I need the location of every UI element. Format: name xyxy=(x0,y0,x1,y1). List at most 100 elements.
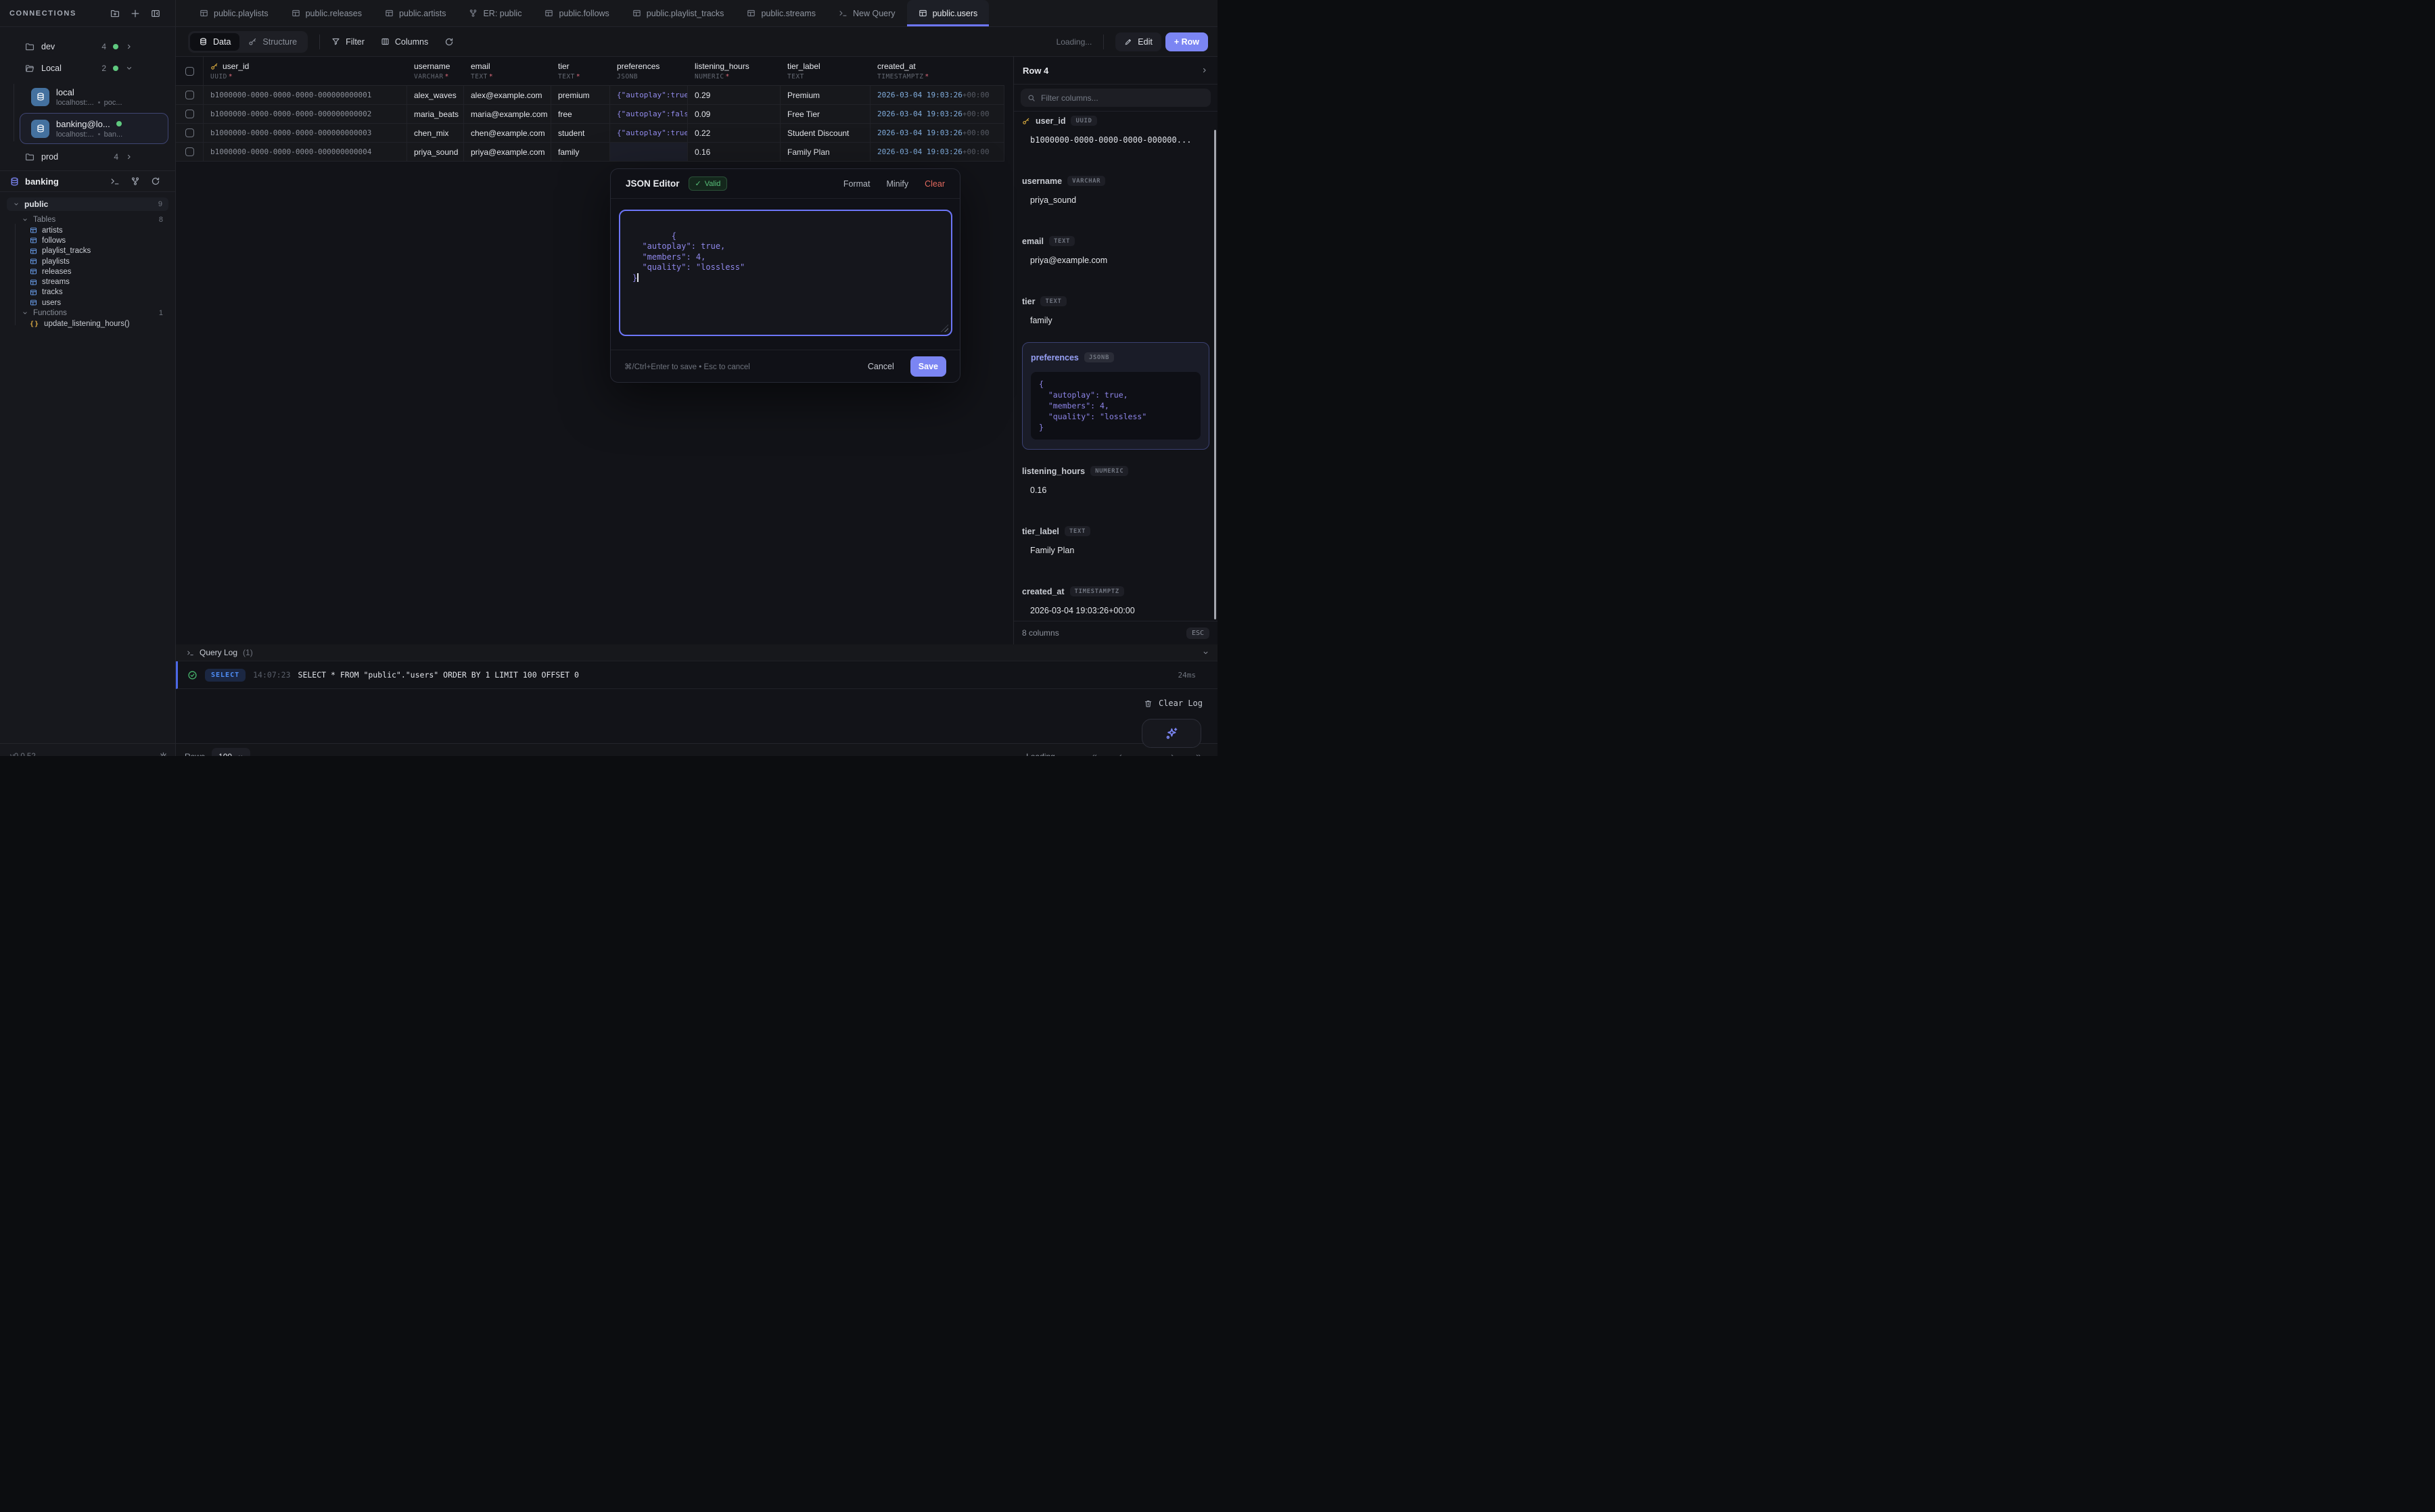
section-tables[interactable]: Tables8 xyxy=(7,214,168,225)
field-email[interactable]: emailTEXTpriya@example.com xyxy=(1022,236,1209,265)
tab-structure-view[interactable]: Structure xyxy=(239,33,306,51)
cell-tier[interactable]: student xyxy=(551,124,610,142)
table-item-releases[interactable]: releases xyxy=(7,266,168,277)
cell-listening-hours[interactable]: 0.09 xyxy=(688,105,781,123)
query-log-header[interactable]: Query Log (1) xyxy=(176,644,1218,661)
cell-listening-hours[interactable]: 0.29 xyxy=(688,86,781,104)
connection-item-local[interactable]: locallocalhost:...poc... xyxy=(20,81,168,112)
tab-data-view[interactable]: Data xyxy=(190,33,239,51)
cell-tier[interactable]: family xyxy=(551,143,610,161)
folder-prod[interactable]: prod4 xyxy=(0,147,175,167)
table-item-playlists[interactable]: playlists xyxy=(7,256,168,266)
schema-row-public[interactable]: public9 xyxy=(7,197,168,211)
tab-public-playlists[interactable]: public.playlists xyxy=(188,0,280,26)
ai-assistant-button[interactable] xyxy=(1142,719,1201,748)
clear-button[interactable]: Clear xyxy=(925,179,945,189)
row-checkbox[interactable] xyxy=(185,128,194,137)
table-item-tracks[interactable]: tracks xyxy=(7,287,168,298)
field-created-at[interactable]: created_atTIMESTAMPTZ2026-03-04 19:03:26… xyxy=(1022,586,1209,615)
save-button[interactable]: Save xyxy=(910,356,946,377)
tab-public-artists[interactable]: public.artists xyxy=(373,0,457,26)
tab-public-playlist-tracks[interactable]: public.playlist_tracks xyxy=(621,0,736,26)
section-functions[interactable]: Functions1 xyxy=(7,308,168,318)
cell-username[interactable]: alex_waves xyxy=(407,86,464,104)
cell-created-at[interactable]: 2026-03-04 19:03:26+00:00 xyxy=(871,124,1004,142)
open-terminal-icon[interactable] xyxy=(110,176,120,186)
cell-email[interactable]: alex@example.com xyxy=(464,86,551,104)
cell-tier-label[interactable]: Free Tier xyxy=(781,105,871,123)
cell-user-id[interactable]: b1000000-0000-0000-0000-000000000002 xyxy=(204,105,407,123)
resize-handle-icon[interactable] xyxy=(941,325,948,332)
folder-local[interactable]: Local2 xyxy=(0,58,175,78)
add-row-button[interactable]: + Row xyxy=(1165,32,1208,51)
prev-page-icon[interactable]: ‹ xyxy=(1117,751,1123,757)
cell-tier-label[interactable]: Student Discount xyxy=(781,124,871,142)
collapse-sidebar-icon[interactable] xyxy=(151,9,160,18)
clear-log-button[interactable]: Clear Log xyxy=(1144,699,1203,708)
cell-username[interactable]: priya_sound xyxy=(407,143,464,161)
tab-public-streams[interactable]: public.streams xyxy=(735,0,827,26)
row-checkbox[interactable] xyxy=(185,110,194,118)
folder-dev[interactable]: dev4 xyxy=(0,37,175,57)
panel-scrollbar[interactable] xyxy=(1214,130,1216,619)
gear-icon[interactable] xyxy=(159,752,168,756)
tab-new-query[interactable]: New Query xyxy=(827,0,907,26)
filter-button[interactable]: Filter xyxy=(331,37,365,47)
field-card-preferences[interactable]: preferencesJSONB{ "autoplay": true, "mem… xyxy=(1022,342,1209,450)
field-user-id[interactable]: user_idUUIDb1000000-0000-0000-0000-00000… xyxy=(1022,116,1209,145)
cell-user-id[interactable]: b1000000-0000-0000-0000-000000000001 xyxy=(204,86,407,104)
rows-per-page-select[interactable]: 100 xyxy=(212,748,250,757)
cell-email[interactable]: chen@example.com xyxy=(464,124,551,142)
row-checkbox[interactable] xyxy=(185,91,194,99)
query-log-entry[interactable]: SELECT 14:07:23 SELECT * FROM "public"."… xyxy=(176,661,1218,689)
first-page-icon[interactable]: « xyxy=(1092,751,1097,757)
cell-tier-label[interactable]: Family Plan xyxy=(781,143,871,161)
refresh-data-icon[interactable] xyxy=(444,37,454,47)
tab-public-follows[interactable]: public.follows xyxy=(533,0,620,26)
cell-tier[interactable]: free xyxy=(551,105,610,123)
cell-listening-hours[interactable]: 0.16 xyxy=(688,143,781,161)
cell-email[interactable]: priya@example.com xyxy=(464,143,551,161)
cell-email[interactable]: maria@example.com xyxy=(464,105,551,123)
json-textarea[interactable]: { "autoplay": true, "members": 4, "quali… xyxy=(619,210,952,336)
field-tier-label[interactable]: tier_labelTEXTFamily Plan xyxy=(1022,526,1209,555)
cell-tier[interactable]: premium xyxy=(551,86,610,104)
table-item-users[interactable]: users xyxy=(7,298,168,308)
cell-created-at[interactable]: 2026-03-04 19:03:26+00:00 xyxy=(871,86,1004,104)
cell-preferences[interactable]: {"autoplay":false xyxy=(610,105,688,123)
cell-preferences[interactable] xyxy=(610,143,688,161)
er-diagram-icon[interactable] xyxy=(131,176,140,186)
cell-username[interactable]: maria_beats xyxy=(407,105,464,123)
cell-user-id[interactable]: b1000000-0000-0000-0000-000000000003 xyxy=(204,124,407,142)
cell-created-at[interactable]: 2026-03-04 19:03:26+00:00 xyxy=(871,105,1004,123)
next-page-icon[interactable]: › xyxy=(1169,751,1175,757)
tab-er-public[interactable]: ER: public xyxy=(457,0,533,26)
refresh-schema-icon[interactable] xyxy=(151,176,160,186)
cell-preferences[interactable]: {"autoplay":true, xyxy=(610,86,688,104)
cell-listening-hours[interactable]: 0.22 xyxy=(688,124,781,142)
chevron-down-icon[interactable] xyxy=(1202,649,1209,657)
row-checkbox[interactable] xyxy=(185,147,194,156)
select-all-checkbox[interactable] xyxy=(185,67,194,76)
filter-columns-input[interactable] xyxy=(1041,93,1204,103)
function-item-update-listening-hours[interactable]: {}update_listening_hours() xyxy=(7,318,168,329)
field-username[interactable]: usernameVARCHARpriya_sound xyxy=(1022,176,1209,205)
cancel-button[interactable]: Cancel xyxy=(868,362,894,371)
cell-preferences[interactable]: {"autoplay":true, xyxy=(610,124,688,142)
new-folder-icon[interactable] xyxy=(110,9,120,18)
table-item-artists[interactable]: artists xyxy=(7,225,168,235)
field-tier[interactable]: tierTEXTfamily xyxy=(1022,296,1209,325)
minify-button[interactable]: Minify xyxy=(886,179,908,189)
connection-item-banking-lo[interactable]: banking@lo...localhost:...ban... xyxy=(20,113,168,144)
table-item-streams[interactable]: streams xyxy=(7,277,168,287)
cell-username[interactable]: chen_mix xyxy=(407,124,464,142)
last-page-icon[interactable]: » xyxy=(1196,751,1201,757)
add-connection-icon[interactable] xyxy=(131,9,140,18)
cell-tier-label[interactable]: Premium xyxy=(781,86,871,104)
table-item-playlist-tracks[interactable]: playlist_tracks xyxy=(7,246,168,256)
cell-created-at[interactable]: 2026-03-04 19:03:26+00:00 xyxy=(871,143,1004,161)
table-item-follows[interactable]: follows xyxy=(7,235,168,245)
format-button[interactable]: Format xyxy=(843,179,871,189)
cell-user-id[interactable]: b1000000-0000-0000-0000-000000000004 xyxy=(204,143,407,161)
tab-public-users[interactable]: public.users xyxy=(907,0,990,26)
